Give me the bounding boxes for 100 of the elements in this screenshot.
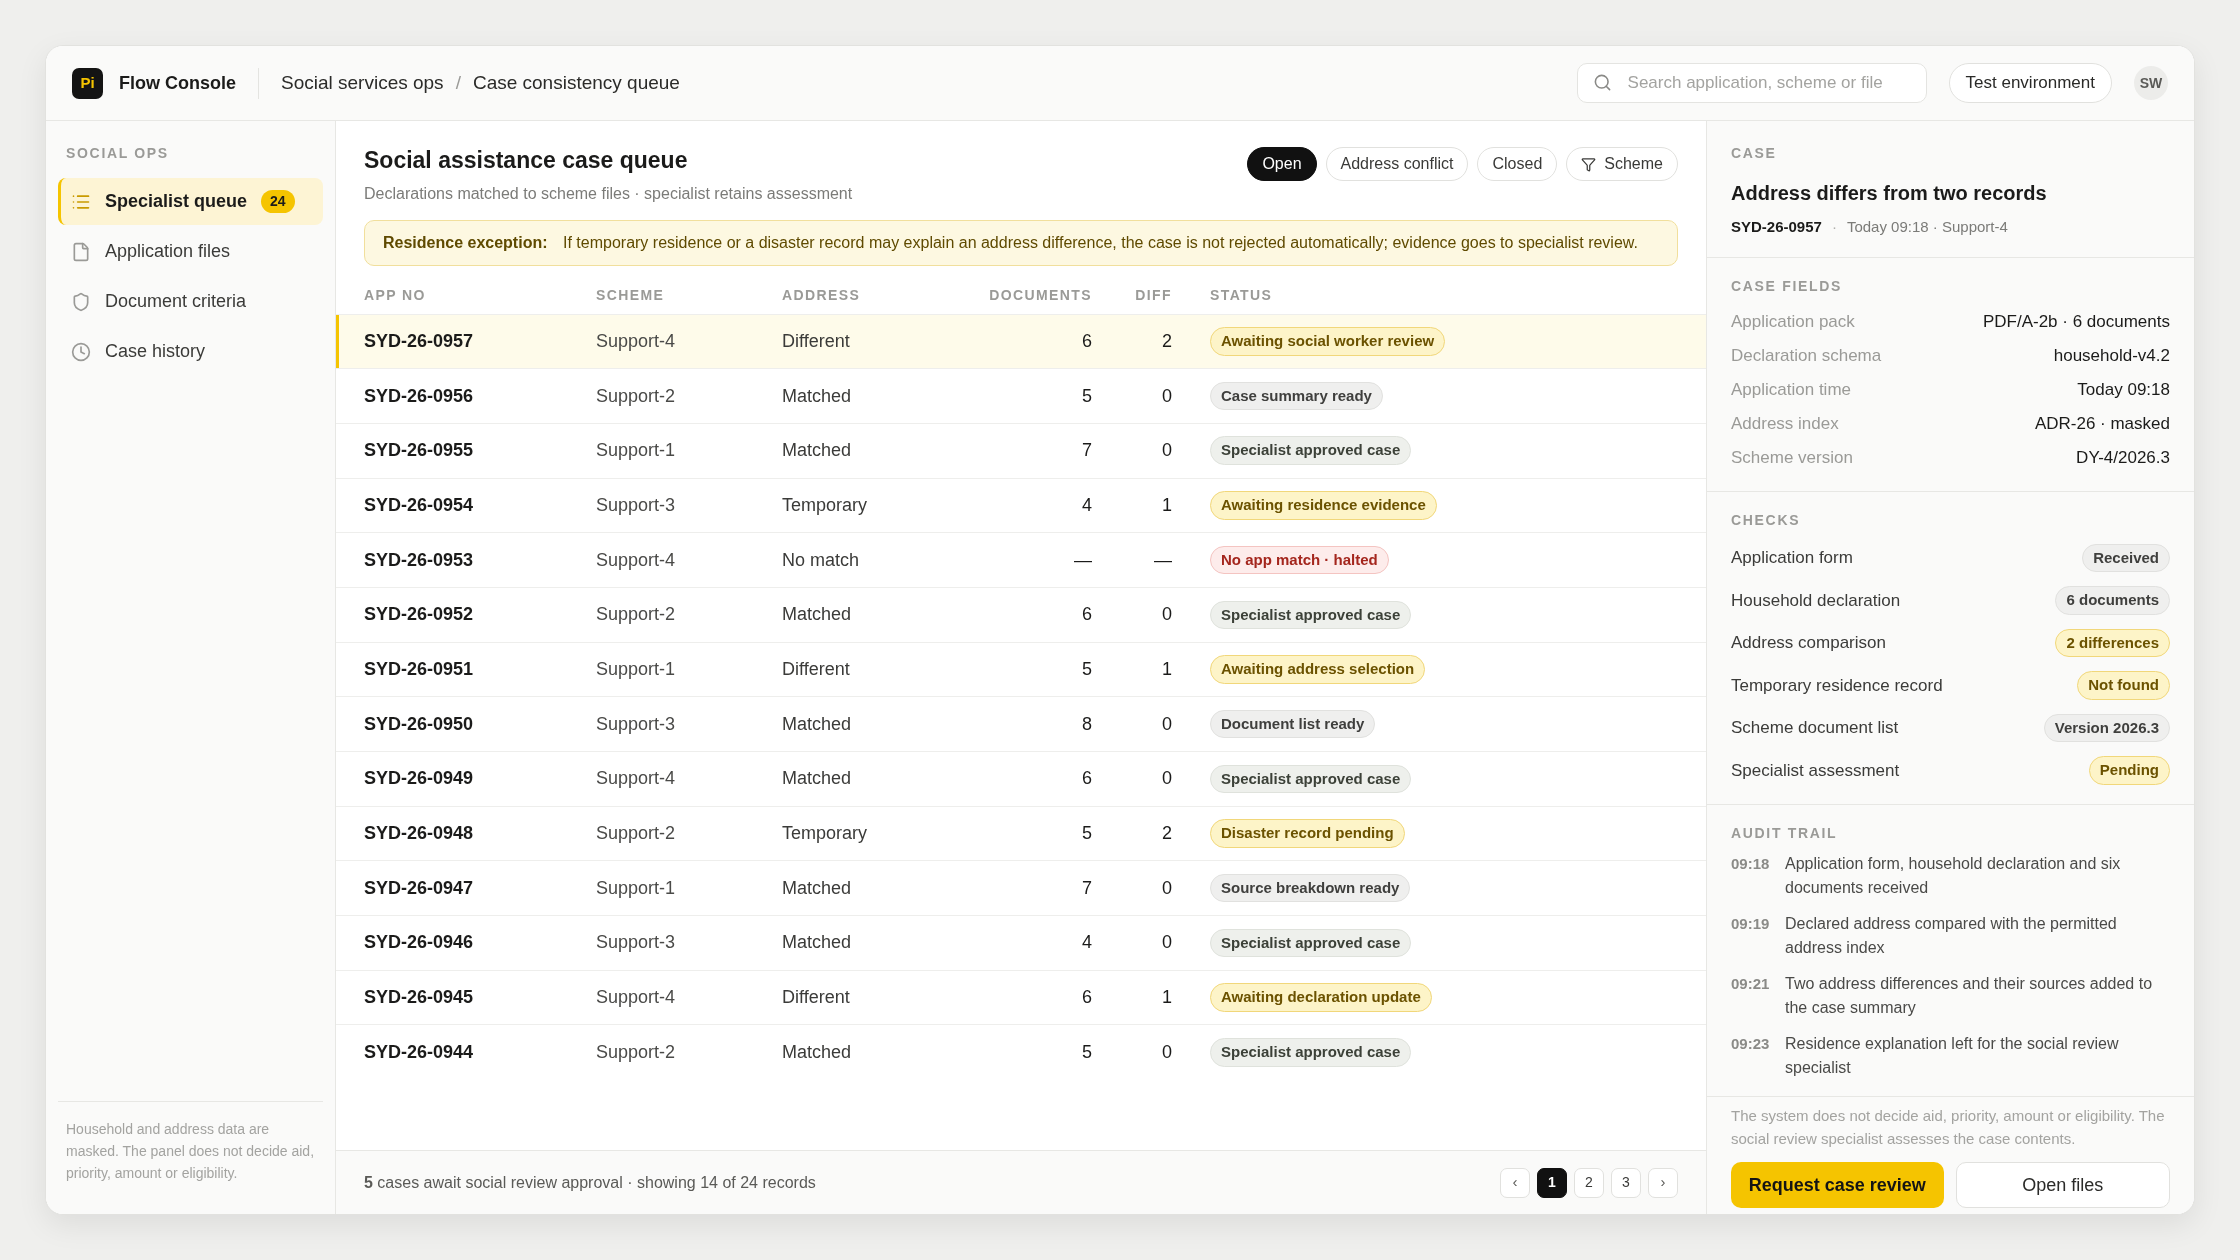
table-cell-text: Support-4 <box>596 548 677 572</box>
table-cell-text: Matched <box>782 712 853 736</box>
status-badge: 2 differences <box>2055 628 2170 657</box>
clock-icon <box>71 341 91 362</box>
section-label: CASE FIELDS <box>1731 276 1844 296</box>
status-badge: Awaiting declaration update <box>1210 983 1432 1012</box>
field-value: Today 09:18 <box>2077 378 2170 401</box>
check-label: Scheme document list <box>1731 717 1899 739</box>
user-avatar[interactable]: SW <box>2134 66 2168 100</box>
table-cell-text: Different <box>782 986 851 1010</box>
table-cell-text: Matched <box>782 384 853 408</box>
table-cell-text: 5 <box>1081 657 1092 681</box>
table-cell-text: Different <box>782 657 851 681</box>
search-field[interactable]: Search application, scheme or file <box>1576 63 1927 103</box>
table-cell-text: Support-4 <box>596 329 677 353</box>
breadcrumb-separator: / <box>455 70 461 95</box>
audit-entry: Declared address compared with the permitted address index <box>1785 913 2118 958</box>
field-label: Application pack <box>1731 310 1855 333</box>
field-value: household-v4.2 <box>2053 344 2170 367</box>
status-badge: Specialist approved case <box>1210 928 1412 958</box>
table-cell-text: 0 <box>1161 712 1172 736</box>
filter-chip[interactable]: Address conflict <box>1325 147 1469 181</box>
status-badge: Version 2026.3 <box>2043 713 2170 742</box>
status-badge: Case summary ready <box>1210 381 1383 411</box>
table-cell-text: 2 <box>1161 329 1172 353</box>
status-badge: Disaster record pending <box>1210 819 1405 848</box>
check-label: Temporary residence record <box>1731 674 1943 697</box>
section-label: SOCIAL OPS <box>66 144 170 163</box>
case-title: Address differs from two records <box>1731 181 2048 206</box>
page-subtitle: Declarations matched to scheme files · specialist retains assessment <box>364 183 853 204</box>
table-cell-text: 6 <box>1081 329 1092 353</box>
next-page-button[interactable]: › <box>1648 1167 1678 1198</box>
table-cell-text: Support-3 <box>596 493 677 517</box>
table-cell-text: Matched <box>782 1040 853 1064</box>
status-badge: Received <box>2082 543 2170 572</box>
status-badge: 6 documents <box>2055 586 2170 615</box>
field-label: Declaration schema <box>1731 344 1882 367</box>
table-cell-text: 5 <box>1081 384 1092 408</box>
filter-chip[interactable]: Closed <box>1477 147 1558 181</box>
table-cell-text: 6 <box>1081 986 1092 1010</box>
check-label: Specialist assessment <box>1731 759 1900 782</box>
filter-chip[interactable]: Open <box>1247 147 1317 181</box>
table-cell-text: 0 <box>1161 439 1172 463</box>
table-cell-text: SYD-26-0950 <box>364 712 475 736</box>
table-cell-text: SYD-26-0951 <box>364 657 475 681</box>
column-header: DOCUMENTS <box>988 286 1092 305</box>
table-row[interactable]: SYD-26-0957 Support-4 Different 6 2 Awaiting social worker review <box>336 313 1706 369</box>
filter-chip[interactable]: Scheme <box>1566 147 1678 181</box>
status-badge: Awaiting residence evidence <box>1210 491 1437 520</box>
table-cell-text: Support-4 <box>596 986 677 1010</box>
check-label: Application form <box>1731 547 1853 569</box>
breadcrumb-item[interactable]: Case consistency queue <box>472 68 680 98</box>
table-cell-text: 0 <box>1161 876 1172 900</box>
table-cell-text: SYD-26-0948 <box>364 822 475 846</box>
request-review-button[interactable]: Request case review <box>1731 1162 1944 1208</box>
disclaimer-text: The system does not decide aid, priority, amount or eligibility. The social review specialist assesses the case contents. <box>1731 1106 2166 1149</box>
environment-button[interactable]: Test environment <box>1948 63 2112 103</box>
page-button[interactable]: 3 <box>1611 1167 1641 1198</box>
table-cell-text: 6 <box>1081 767 1092 791</box>
sidebar-item[interactable]: Specialist queue 24 <box>58 178 323 225</box>
page-button[interactable]: 1 <box>1537 1167 1567 1198</box>
sidebar-item[interactable]: Application files <box>58 228 323 275</box>
breadcrumb-item[interactable]: Social services ops <box>281 68 444 98</box>
check-label: Address comparison <box>1731 632 1886 654</box>
table-cell-text: Support-2 <box>596 822 677 846</box>
column-header: ADDRESS <box>782 286 862 305</box>
table-cell-text: Support-2 <box>596 384 677 408</box>
table-cell-text: SYD-26-0954 <box>364 493 475 517</box>
previous-page-button[interactable]: ‹ <box>1500 1167 1530 1198</box>
sidebar-item[interactable]: Document criteria <box>58 278 323 325</box>
page-title: Social assistance case queue <box>364 146 689 175</box>
table-cell-text: Matched <box>782 439 853 463</box>
page-button[interactable]: 2 <box>1574 1167 1604 1198</box>
table-cell-text: Support-2 <box>596 603 677 627</box>
table-cell-text: SYD-26-0955 <box>364 439 475 463</box>
status-badge: Source breakdown ready <box>1210 873 1411 903</box>
table-cell-text: SYD-26-0956 <box>364 384 475 408</box>
table-cell-text: 6 <box>1081 603 1092 627</box>
shield-icon <box>71 291 91 312</box>
app-logo: Pi <box>72 67 103 99</box>
field-value: ADR-26 · masked <box>2034 412 2170 435</box>
status-badge: No app match · halted <box>1210 545 1389 575</box>
count-badge: 24 <box>261 190 295 213</box>
audit-time: 09:19 <box>1731 913 1771 934</box>
open-files-button[interactable]: Open files <box>1955 1162 2170 1208</box>
table-cell-text: 1 <box>1161 493 1172 517</box>
table-cell-text: Support-2 <box>596 1040 677 1064</box>
table-cell-text: SYD-26-0952 <box>364 603 475 627</box>
table-cell-text: SYD-26-0944 <box>364 1040 475 1064</box>
column-header: APP NO <box>364 286 427 305</box>
filter-icon <box>1581 156 1597 172</box>
table-cell-text: 5 <box>1081 822 1092 846</box>
table-cell-text: SYD-26-0947 <box>364 876 475 900</box>
sidebar-item[interactable]: Case history <box>58 328 323 375</box>
audit-entry: Two address differences and their sources added to the case summary <box>1785 973 2154 1018</box>
table-cell-text: 7 <box>1081 876 1092 900</box>
table-cell-text: Matched <box>782 603 853 627</box>
section-label: CASE <box>1731 144 1778 163</box>
table-cell-text: 8 <box>1081 712 1092 736</box>
table-cell-text: Support-4 <box>596 767 677 791</box>
